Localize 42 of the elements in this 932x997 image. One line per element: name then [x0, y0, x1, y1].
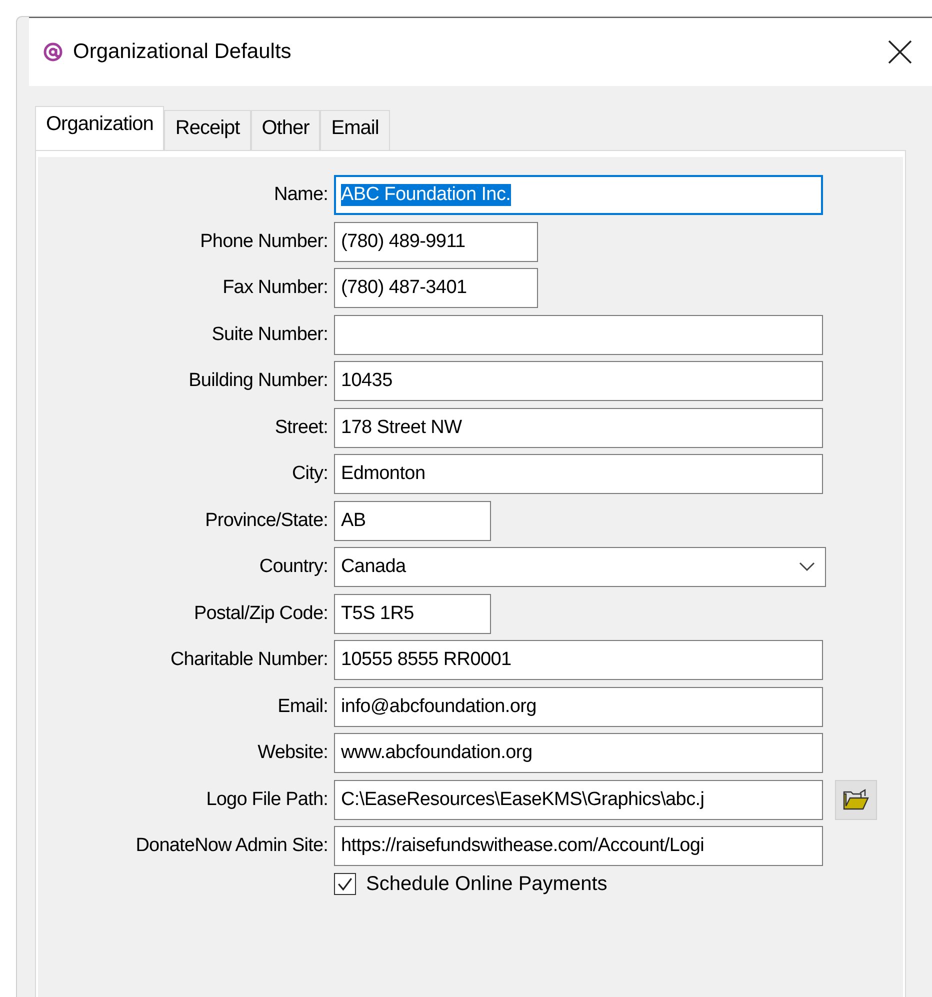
input-field[interactable]: T5S 1R5	[334, 594, 491, 634]
field-label: Logo File Path:	[205, 788, 329, 810]
field-label: Email:	[276, 696, 329, 718]
input-field[interactable]: 178 Street NW	[334, 408, 823, 448]
field-label: Suite Number:	[210, 324, 329, 346]
tab[interactable]: Email	[320, 110, 390, 150]
input-field[interactable]: (780) 487-3401	[334, 268, 538, 308]
field-label: Postal/Zip Code:	[192, 602, 329, 624]
field-label: Fax Number:	[222, 277, 329, 299]
field-label: DonateNow Admin Site:	[134, 835, 329, 857]
tab[interactable]: Other	[250, 110, 320, 150]
tab[interactable]: Receipt	[164, 110, 251, 150]
input-field[interactable]: 10435	[334, 361, 823, 401]
checkbox-label: Schedule Online Payments	[366, 872, 608, 896]
field-label: Phone Number:	[199, 230, 329, 252]
input-field[interactable]: https://raisefundswithease.com/Account/Logi	[334, 826, 823, 866]
input-field[interactable]: ABC Foundation Inc.	[334, 175, 823, 215]
at-sign-icon	[43, 42, 63, 62]
input-field[interactable]: (780) 489-9911	[334, 222, 538, 262]
tab[interactable]: Organization	[35, 106, 164, 150]
country-dropdown[interactable]: Canada	[334, 547, 826, 587]
input-field[interactable]: Edmonton	[334, 454, 823, 494]
field-label: City:	[290, 463, 329, 485]
input-field[interactable]: C:\EaseResources\EaseKMS\Graphics\abc.j	[334, 780, 823, 820]
field-label: Province/State:	[204, 510, 329, 532]
folder-icon	[843, 788, 869, 810]
field-label: Street:	[274, 416, 329, 438]
input-field[interactable]: 10555 8555 RR0001	[334, 640, 823, 680]
chevron-icon	[799, 562, 815, 572]
input-field[interactable]: info@abcfoundation.org	[334, 686, 823, 726]
field-label: Charitable Number:	[169, 649, 329, 671]
window-title: Organizational Defaults	[73, 40, 292, 64]
browse-button[interactable]	[835, 780, 877, 820]
input-field[interactable]	[334, 314, 823, 354]
field-label: Building Number:	[188, 370, 329, 392]
input-field[interactable]: AB	[334, 500, 491, 540]
close-icon[interactable]	[886, 38, 914, 66]
field-label: Name:	[273, 184, 329, 206]
field-label: Website:	[256, 742, 329, 764]
field-label: Country:	[258, 556, 329, 578]
checkbox[interactable]	[334, 873, 356, 895]
input-field[interactable]: www.abcfoundation.org	[334, 733, 823, 773]
